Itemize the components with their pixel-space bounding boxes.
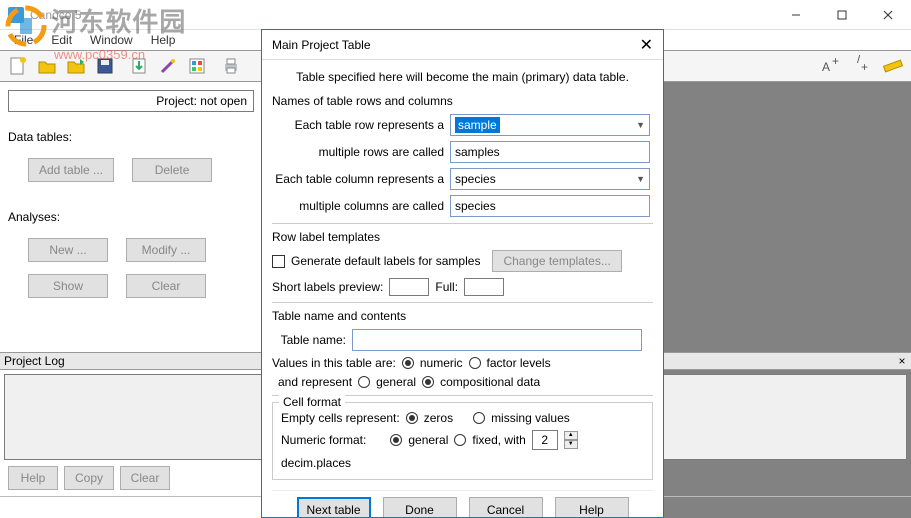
add-table-button[interactable]: Add table ... <box>28 158 114 182</box>
ruler-icon[interactable] <box>879 53 907 79</box>
fmt-fixed-radio[interactable] <box>454 434 466 446</box>
menu-edit[interactable]: Edit <box>43 31 80 49</box>
row-represents-combo[interactable]: sample▼ <box>450 114 650 136</box>
clear-analysis-button[interactable]: Clear <box>126 274 206 298</box>
cell-format-group: Cell format Empty cells represent: zeros… <box>272 402 653 480</box>
factor-label: factor levels <box>487 356 551 370</box>
wizard-icon[interactable] <box>154 53 182 79</box>
col-represents-combo[interactable]: species▼ <box>450 168 650 190</box>
spinner-buttons[interactable]: ▲▼ <box>564 431 578 449</box>
general-radio[interactable] <box>358 376 370 388</box>
dialog-close-icon[interactable]: ✕ <box>640 35 653 55</box>
data-tables-label: Data tables: <box>8 130 254 144</box>
numeric-label: numeric <box>420 356 463 370</box>
log-title: Project Log <box>4 354 65 368</box>
log-help-button[interactable]: Help <box>8 466 58 490</box>
rows-called-label: multiple rows are called <box>272 145 450 159</box>
new-icon[interactable] <box>4 53 32 79</box>
row-represents-label: Each table row represents a <box>272 118 450 132</box>
numfmt-label: Numeric format: <box>281 433 366 447</box>
table-name-input[interactable] <box>352 329 642 351</box>
import-icon[interactable] <box>125 53 153 79</box>
col-represents-label: Each table column represents a <box>272 172 450 186</box>
section-tablename: Table name and contents <box>272 309 653 323</box>
maximize-button[interactable] <box>819 0 865 30</box>
decim-places-label: decim.places <box>281 456 351 470</box>
log-copy-button[interactable]: Copy <box>64 466 114 490</box>
zeros-radio[interactable] <box>406 412 418 424</box>
fmt-general-radio[interactable] <box>390 434 402 446</box>
settings-icon[interactable] <box>183 53 211 79</box>
table-name-label: Table name: <box>272 333 352 347</box>
titlebar: Canoco 5 <box>0 0 911 30</box>
log-clear-button[interactable]: Clear <box>120 466 170 490</box>
modify-analysis-button[interactable]: Modify ... <box>126 238 206 262</box>
save-icon[interactable] <box>91 53 119 79</box>
numeric-radio[interactable] <box>402 357 414 369</box>
app-title: Canoco 5 <box>30 8 81 22</box>
fixed-with-label: fixed, with <box>472 433 525 447</box>
missing-label: missing values <box>491 411 570 425</box>
full-preview-label: Full: <box>435 280 458 294</box>
show-analysis-button[interactable]: Show <box>28 274 108 298</box>
generate-default-label: Generate default labels for samples <box>291 254 480 268</box>
log-close-icon[interactable]: × <box>893 354 911 368</box>
print-icon[interactable] <box>217 53 245 79</box>
open-icon[interactable] <box>33 53 61 79</box>
short-preview-label: Short labels preview: <box>272 280 383 294</box>
svg-text:+: + <box>861 60 868 74</box>
fmt-general-label: general <box>408 433 448 447</box>
cols-called-input[interactable] <box>450 195 650 217</box>
dialog-intro: Table specified here will become the mai… <box>272 70 653 84</box>
missing-radio[interactable] <box>473 412 485 424</box>
decim-spinner[interactable]: 2 <box>532 430 558 450</box>
minimize-button[interactable] <box>773 0 819 30</box>
values-are-label: Values in this table are: <box>272 356 396 370</box>
chevron-down-icon: ▼ <box>636 120 645 130</box>
full-preview-box <box>464 278 504 296</box>
project-status: Project: not open <box>8 90 254 112</box>
section-rowlabel: Row label templates <box>272 230 653 244</box>
generate-default-checkbox[interactable] <box>272 255 285 268</box>
menu-file[interactable]: File <box>6 31 41 49</box>
delete-table-button[interactable]: Delete <box>132 158 212 182</box>
help-button[interactable]: Help <box>555 497 629 517</box>
dialog-title: Main Project Table <box>272 38 371 52</box>
close-button[interactable] <box>865 0 911 30</box>
factor-radio[interactable] <box>469 357 481 369</box>
rows-called-input[interactable] <box>450 141 650 163</box>
font-add-icon[interactable]: /+ <box>848 53 876 79</box>
open-recent-icon[interactable] <box>62 53 90 79</box>
menu-window[interactable]: Window <box>82 31 141 49</box>
general-label: general <box>376 375 416 389</box>
compositional-label: compositional data <box>440 375 540 389</box>
short-preview-box <box>389 278 429 296</box>
zeros-label: zeros <box>424 411 453 425</box>
chevron-down-icon: ▼ <box>636 174 645 184</box>
done-button[interactable]: Done <box>383 497 457 517</box>
font-increase-icon[interactable]: A+ <box>817 53 845 79</box>
change-templates-button[interactable]: Change templates... <box>492 250 621 272</box>
menu-help[interactable]: Help <box>143 31 184 49</box>
project-status-text: Project: not open <box>156 94 247 108</box>
analyses-label: Analyses: <box>8 210 254 224</box>
svg-text:A: A <box>822 60 830 74</box>
main-project-table-dialog: Main Project Table ✕ Table specified her… <box>261 29 664 518</box>
cols-called-label: multiple columns are called <box>272 199 450 213</box>
and-represent-label: and represent <box>278 375 352 389</box>
cancel-button[interactable]: Cancel <box>469 497 543 517</box>
cell-format-legend: Cell format <box>279 395 345 409</box>
compositional-radio[interactable] <box>422 376 434 388</box>
next-table-button[interactable]: Next table <box>297 497 371 517</box>
new-analysis-button[interactable]: New ... <box>28 238 108 262</box>
section-names-label: Names of table rows and columns <box>272 94 653 108</box>
empty-cells-label: Empty cells represent: <box>281 411 400 425</box>
app-icon <box>8 7 24 23</box>
svg-text:+: + <box>832 55 839 68</box>
